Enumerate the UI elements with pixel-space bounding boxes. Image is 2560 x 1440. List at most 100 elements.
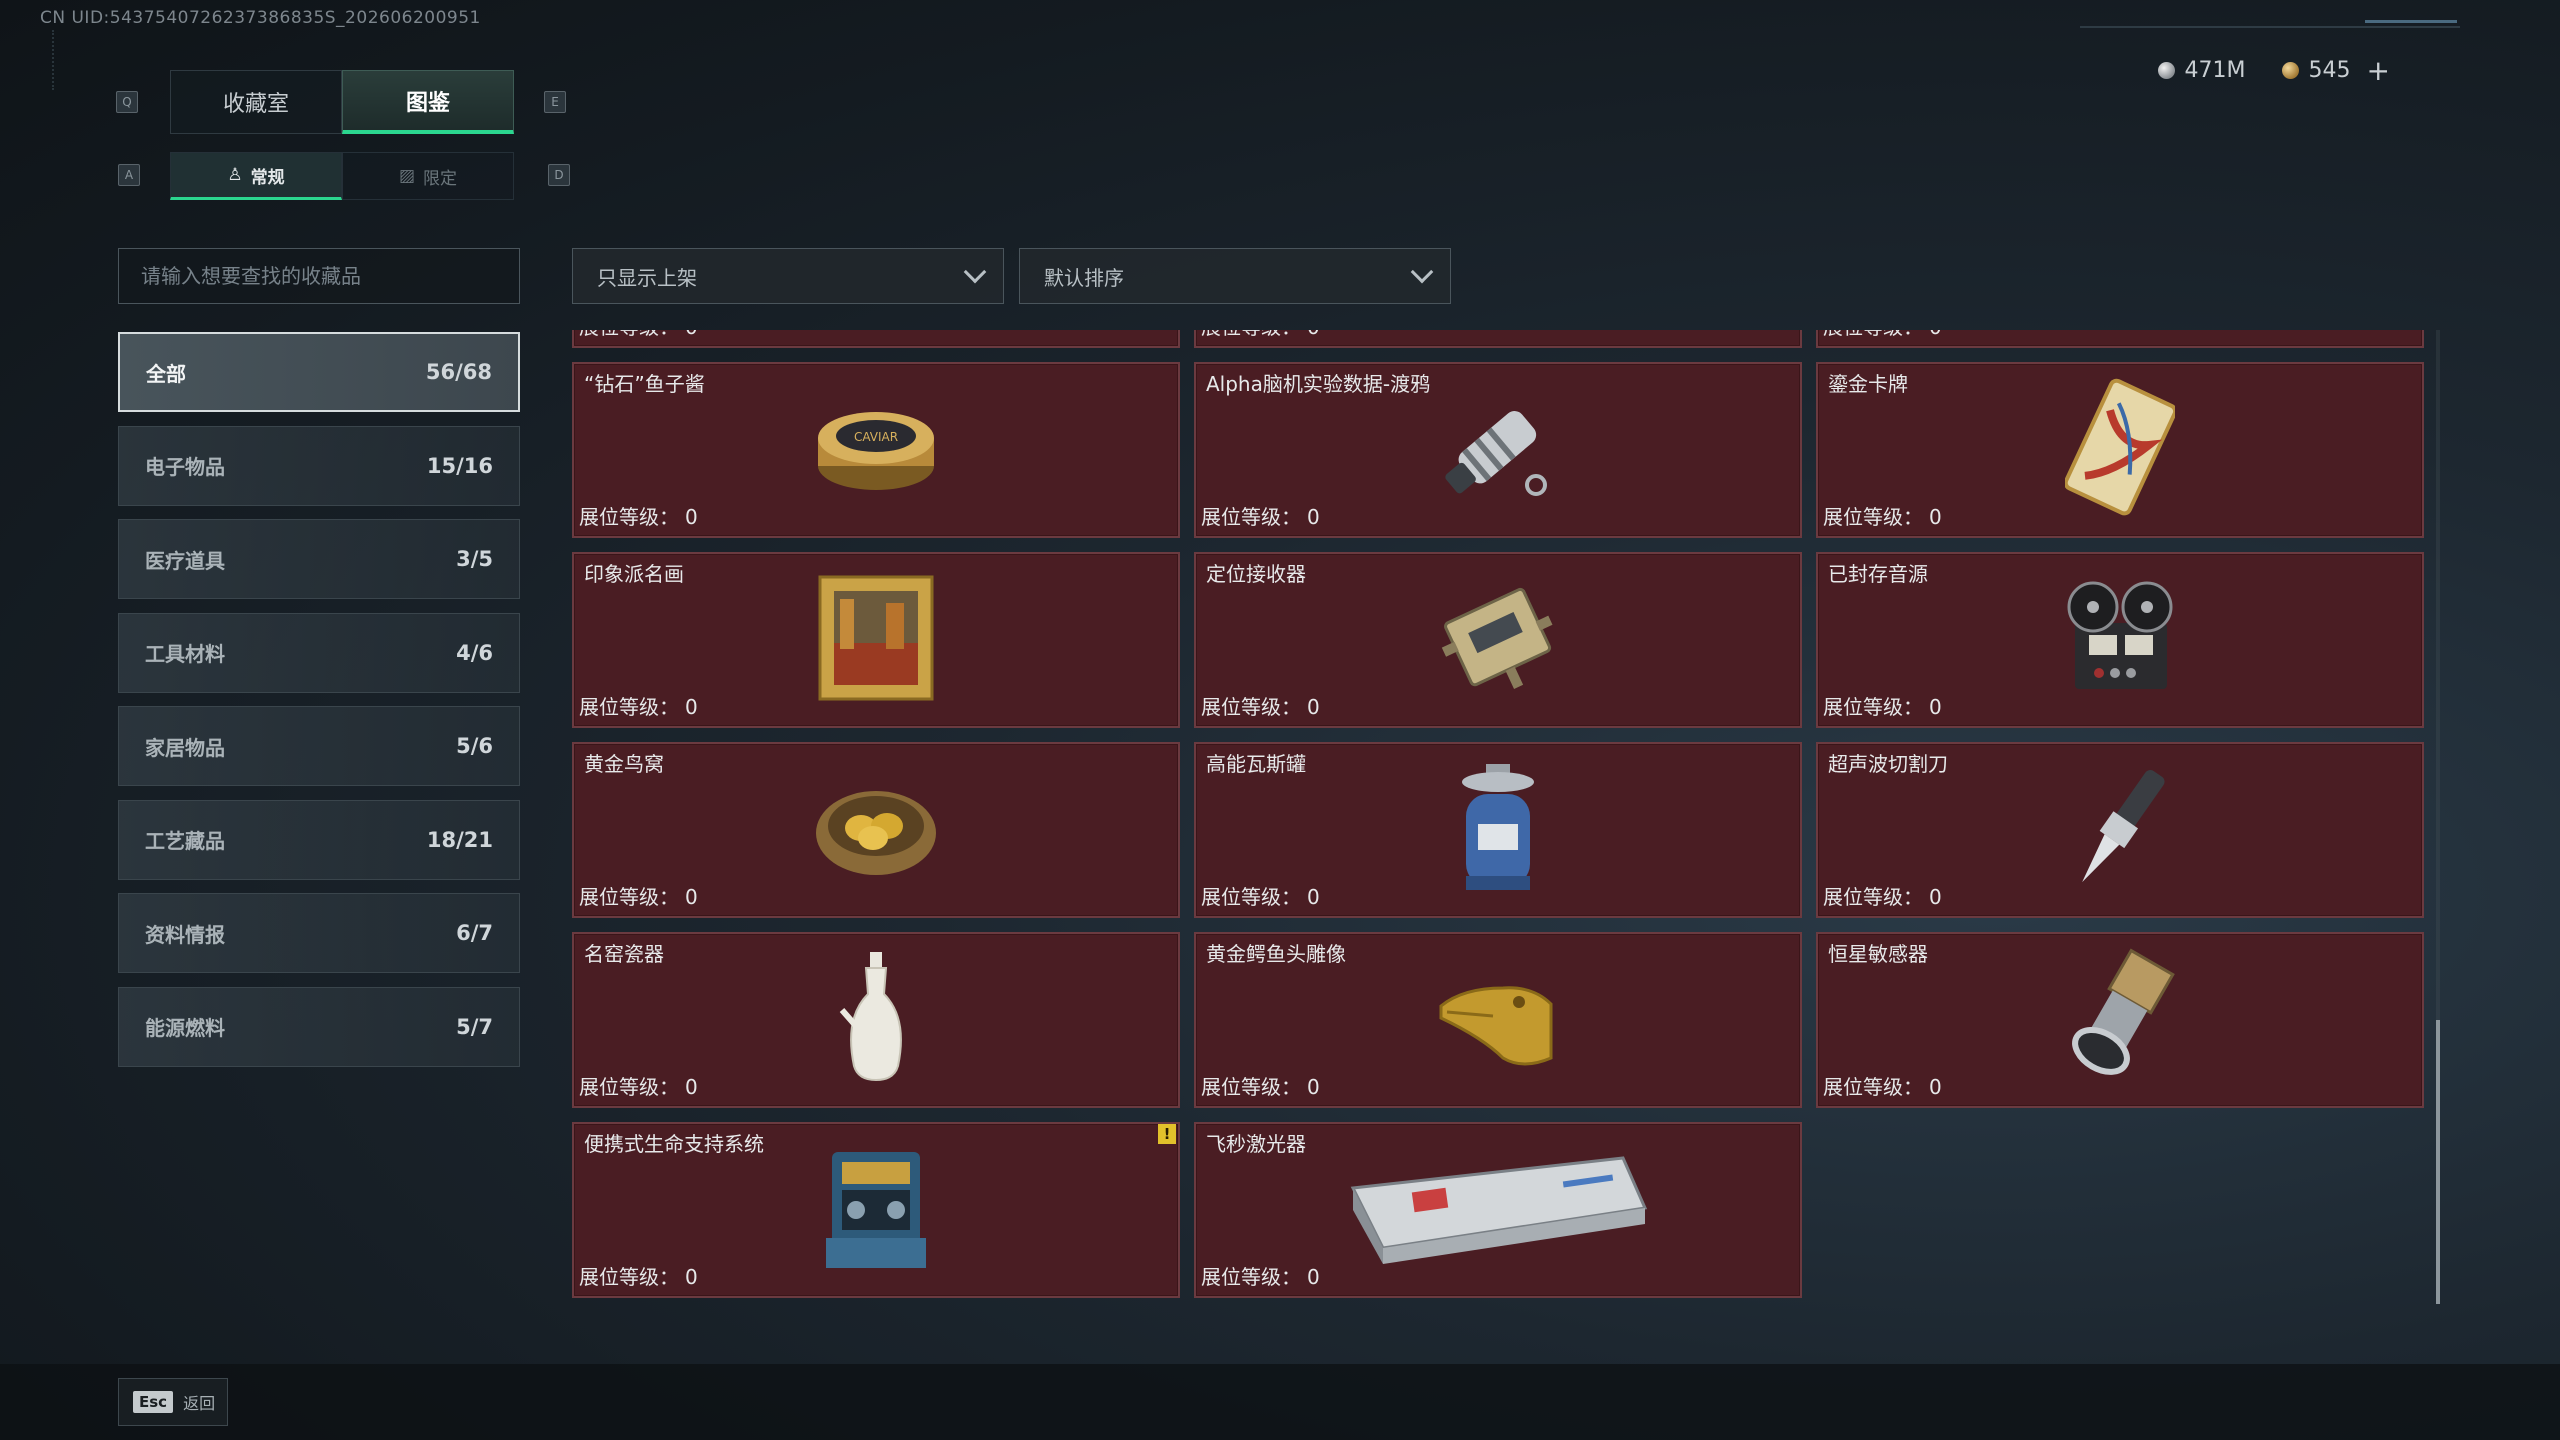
item-name: 黄金鸟窝 xyxy=(584,752,664,776)
silver-currency: 471M xyxy=(2157,58,2246,83)
top-decoration-line xyxy=(2080,26,2460,28)
warning-badge-icon: ! xyxy=(1158,1124,1176,1144)
collection-item-card[interactable]: 定位接收器 展位等级： 0 xyxy=(1194,552,1802,728)
item-name: 名窑瓷器 xyxy=(584,942,664,966)
collection-item-card[interactable]: 展位等级： 0 xyxy=(1194,330,1802,348)
currency-bar: 471M 545 + xyxy=(2157,54,2390,87)
category-intel[interactable]: 资料情报 6/7 xyxy=(118,893,520,973)
level-label: 展位等级： xyxy=(1823,695,1923,719)
category-label: 工艺藏品 xyxy=(145,829,225,853)
collection-grid: 展位等级：0展位等级：0展位等级：0“钻石”鱼子酱CAVIAR展位等级：0Alp… xyxy=(572,330,2428,1304)
item-level: 展位等级：0 xyxy=(1823,1071,1942,1100)
subtab-limited[interactable]: ▨ 限定 xyxy=(342,152,514,200)
collection-item-card[interactable]: 飞秒激光器展位等级： 0 xyxy=(1194,1122,1802,1298)
item-level: 展位等级：0 xyxy=(1201,881,1320,910)
collection-item-card[interactable]: “钻石”鱼子酱 CAVIAR 展位等级： 0 xyxy=(572,362,1180,538)
tab-collection-room[interactable]: 收藏室 xyxy=(170,70,342,134)
collection-item-card[interactable]: Alpha脑机实验数据-渡鸦 展位等级： 0 xyxy=(1194,362,1802,538)
key-hint-next-subtab: D xyxy=(548,164,570,186)
corner-decoration xyxy=(52,30,66,90)
item-name: Alpha脑机实验数据-渡鸦 xyxy=(1206,372,1431,396)
item-level: 展位等级：0 xyxy=(1823,501,1942,530)
category-label: 资料情报 xyxy=(145,922,225,947)
collection-item-card[interactable]: 超声波切割刀 展位等级： 0 xyxy=(1816,742,2424,918)
level-value: 0 xyxy=(1307,505,1320,529)
golden-nest-icon xyxy=(811,768,941,892)
star-sensor-icon xyxy=(2060,948,2180,1092)
level-label: 展位等级： xyxy=(1823,1075,1923,1099)
category-count: 4/6 xyxy=(456,640,493,665)
back-button[interactable]: Esc 返回 xyxy=(118,1378,228,1426)
category-count: 56/68 xyxy=(425,360,492,384)
item-level: 展位等级：0 xyxy=(1201,1261,1320,1290)
level-value: 0 xyxy=(1307,695,1320,719)
sub-tabs: ♙ 常规 ▨ 限定 xyxy=(170,152,514,200)
collection-item-card[interactable]: 鎏金卡牌展位等级： 0 xyxy=(1816,362,2424,538)
category-count: 5/7 xyxy=(456,1014,493,1039)
level-label: 展位等级： xyxy=(1823,885,1923,909)
item-name: 飞秒激光器 xyxy=(1206,1132,1306,1156)
gilded-card-icon xyxy=(2063,378,2178,522)
sort-dropdown[interactable]: 默认排序 xyxy=(1019,248,1451,304)
level-label: 展位等级： xyxy=(579,1075,679,1099)
item-level: 展位等级：0 xyxy=(1823,881,1942,910)
framed-painting-icon xyxy=(816,573,936,707)
top-decoration-accent xyxy=(2365,20,2457,23)
tab-catalog[interactable]: 图鉴 xyxy=(342,70,514,134)
category-count: 6/7 xyxy=(456,921,493,945)
search-input[interactable] xyxy=(118,248,520,304)
level-label: 展位等级： xyxy=(1823,505,1923,529)
item-level: 展位等级：0 xyxy=(1823,691,1942,720)
collection-item-card[interactable]: 已封存音源展位等级： 0 xyxy=(1816,552,2424,728)
add-currency-button[interactable]: + xyxy=(2367,54,2390,87)
item-level: 展位等级：0 xyxy=(579,691,698,720)
category-label: 全部 xyxy=(146,361,186,386)
svg-text:CAVIAR: CAVIAR xyxy=(854,430,898,444)
scrollbar-thumb[interactable] xyxy=(2436,1020,2440,1304)
gold-currency: 545 + xyxy=(2281,54,2390,87)
category-count: 18/21 xyxy=(426,827,493,852)
collection-item-card[interactable]: 名窑瓷器展位等级： 0 xyxy=(572,932,1180,1108)
subtab-limited-label: 限定 xyxy=(423,168,458,189)
collection-item-card[interactable]: 便携式生命支持系统 展位等级： 0! xyxy=(572,1122,1180,1298)
gold-coin-icon xyxy=(2281,62,2299,79)
collection-item-card[interactable]: 展位等级： 0 xyxy=(1816,330,2424,348)
key-hint-prev-tab: Q xyxy=(116,91,138,113)
collection-item-card[interactable]: 高能瓦斯罐 展位等级： 0 xyxy=(1194,742,1802,918)
level-value: 0 xyxy=(1929,885,1942,909)
collection-item-card[interactable]: 印象派名画 展位等级： 0 xyxy=(572,552,1180,728)
chevron-down-icon xyxy=(963,260,987,284)
category-tools[interactable]: 工具材料 4/6 xyxy=(118,612,520,693)
level-label: 展位等级： xyxy=(1201,885,1301,909)
main-tabs: 收藏室 图鉴 xyxy=(170,70,514,134)
level-value: 0 xyxy=(685,885,698,909)
level-value: 0 xyxy=(1929,505,1942,529)
item-name: 已封存音源 xyxy=(1828,562,1928,586)
subtab-regular[interactable]: ♙ 常规 xyxy=(170,152,342,200)
silver-amount: 471M xyxy=(2184,58,2246,83)
level-label: 展位等级： xyxy=(1201,695,1301,719)
level-label: 展位等级： xyxy=(579,695,679,719)
category-medical[interactable]: 医疗道具 3/5 xyxy=(118,519,520,599)
grid-scrollbar[interactable] xyxy=(2436,330,2440,1304)
collection-item-card[interactable]: 黄金鸟窝 展位等级： 0 xyxy=(572,742,1180,918)
collection-item-card[interactable]: 展位等级： 0 xyxy=(572,330,1180,348)
esc-key-hint: Esc xyxy=(133,1391,174,1413)
level-value: 0 xyxy=(1307,1265,1320,1289)
item-level: 展位等级：0 xyxy=(1823,330,1942,340)
locator-receiver-icon xyxy=(1433,573,1563,707)
caviar-tin-icon: CAVIAR xyxy=(811,388,941,512)
category-household[interactable]: 家居物品 5/6 xyxy=(118,706,520,786)
category-electronics[interactable]: 电子物品 15/16 xyxy=(118,425,520,506)
category-all[interactable]: 全部 56/68 xyxy=(118,332,520,412)
collection-item-card[interactable]: 恒星敏感器 展位等级： 0 xyxy=(1816,932,2424,1108)
filter-dropdown[interactable]: 只显示上架 xyxy=(572,248,1004,304)
key-hint-next-tab: E xyxy=(544,91,566,113)
item-name: 黄金鳄鱼头雕像 xyxy=(1206,942,1346,966)
category-energy[interactable]: 能源燃料 5/7 xyxy=(118,986,520,1067)
level-value: 0 xyxy=(685,1075,698,1099)
figure-icon: ♙ xyxy=(227,165,243,185)
item-name: 鎏金卡牌 xyxy=(1828,372,1908,396)
category-crafts[interactable]: 工艺藏品 18/21 xyxy=(118,799,520,880)
collection-item-card[interactable]: 黄金鳄鱼头雕像 展位等级： 0 xyxy=(1194,932,1802,1108)
